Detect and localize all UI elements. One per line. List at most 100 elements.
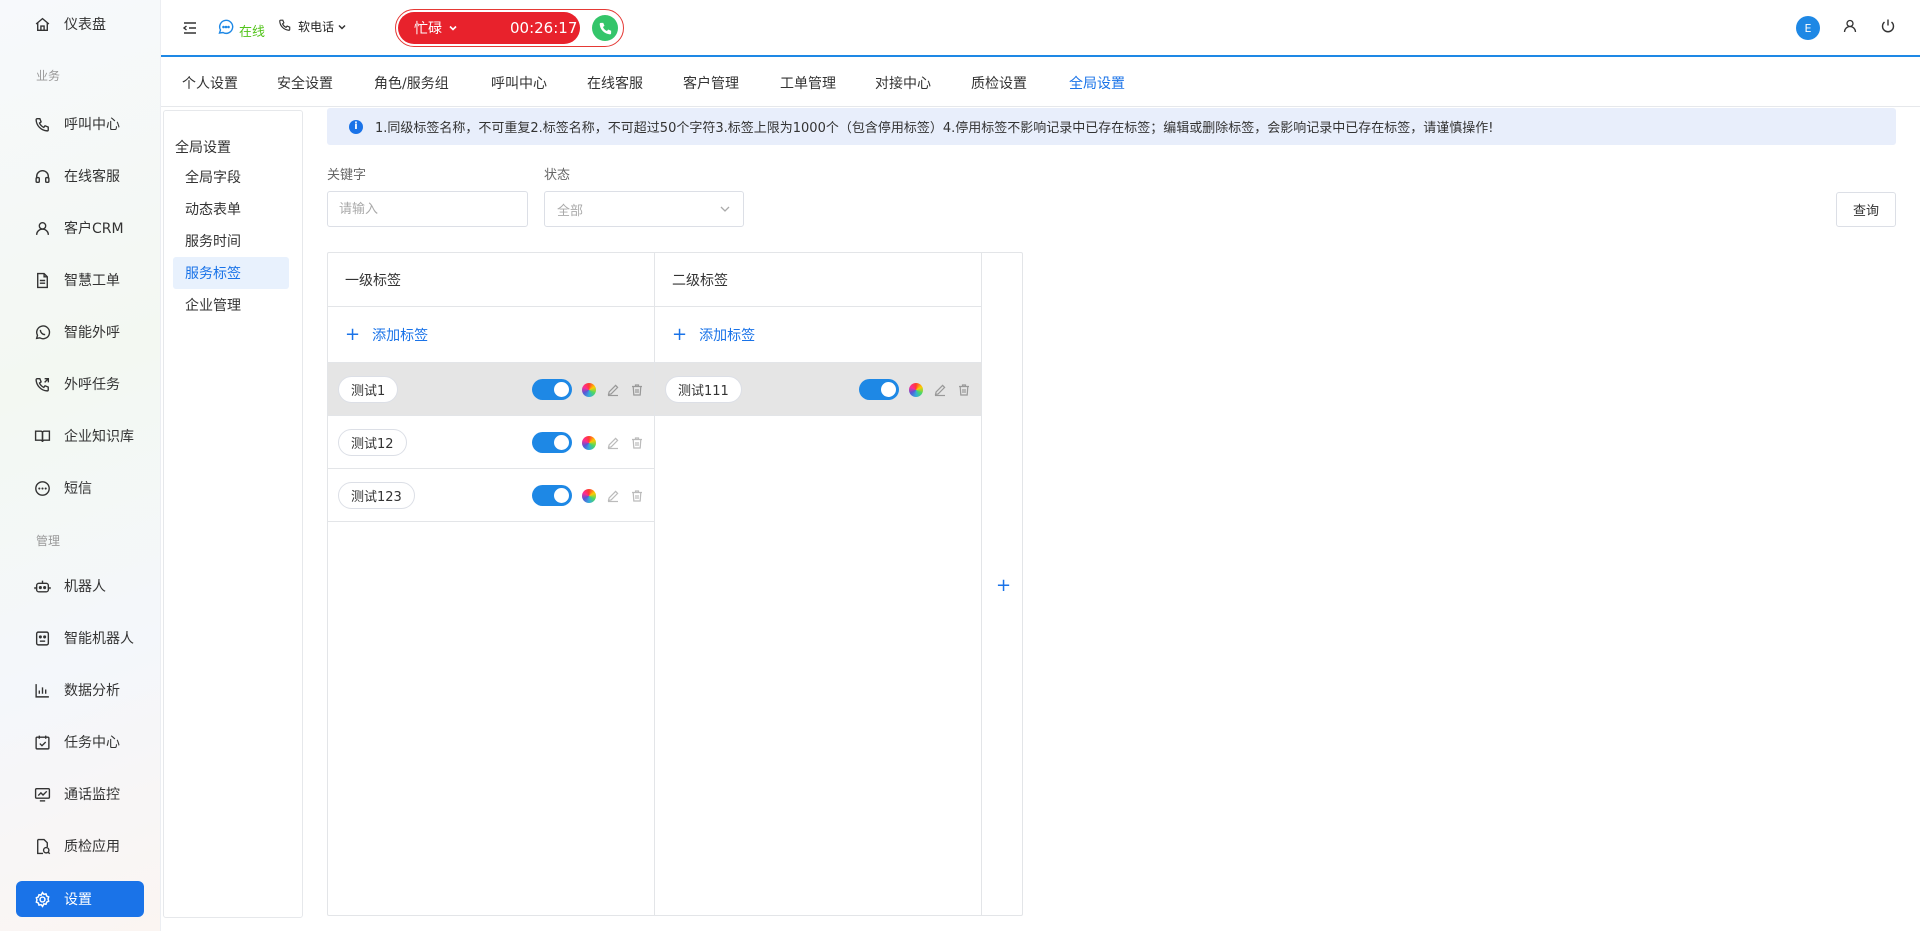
color-picker-icon[interactable] — [582, 382, 596, 397]
sidebar-item-smart-ticket[interactable]: 智慧工单 — [16, 262, 144, 298]
softphone-selector[interactable]: 软电话 — [278, 18, 347, 35]
sidebar-item-label: 数据分析 — [64, 683, 120, 699]
task-check-icon — [34, 734, 51, 751]
sidebar-item-smart-outbound[interactable]: 智能外呼 — [16, 314, 144, 350]
edit-icon[interactable] — [933, 383, 947, 397]
sidebar-item-outbound-task[interactable]: 外呼任务 — [16, 366, 144, 402]
softphone-label: 软电话 — [298, 20, 335, 34]
tag-enable-toggle[interactable] — [859, 379, 899, 400]
power-icon[interactable] — [1880, 18, 1896, 38]
status-select[interactable]: 全部 — [544, 191, 744, 227]
sidebar-item-label: 设置 — [64, 892, 92, 908]
sidebar-item-sms[interactable]: 短信 — [16, 470, 144, 506]
sidebar-item-robot[interactable]: 机器人 — [16, 568, 144, 604]
phone-out-icon — [34, 376, 51, 393]
tab-online-service[interactable]: 在线客服 — [587, 73, 643, 93]
menu-collapse-icon[interactable] — [181, 19, 199, 37]
tag-chip[interactable]: 测试111 — [665, 375, 742, 403]
online-status-label: 在线 — [239, 25, 266, 40]
add-tag-label: 添加标签 — [372, 327, 429, 344]
tag-row[interactable]: 测试111 — [655, 363, 981, 416]
agent-status[interactable]: 在线 — [217, 17, 265, 40]
edit-icon[interactable] — [606, 383, 620, 397]
answer-call-button[interactable] — [592, 15, 618, 41]
sidebar-item-call-monitor[interactable]: 通话监控 — [16, 776, 144, 812]
subnav-item-service-hours[interactable]: 服务时间 — [173, 225, 289, 257]
tab-ticket-management[interactable]: 工单管理 — [780, 73, 836, 93]
sidebar-item-label: 智慧工单 — [64, 273, 120, 289]
edit-icon[interactable] — [606, 489, 620, 503]
subnav-item-enterprise-management[interactable]: 企业管理 — [173, 289, 289, 321]
settings-tabs: 个人设置 安全设置 角色/服务组 呼叫中心 在线客服 客户管理 工单管理 对接中… — [161, 57, 1920, 107]
query-button[interactable]: 查询 — [1836, 192, 1896, 227]
call-timer: 00:26:17 — [510, 19, 578, 37]
sidebar-item-label: 智能机器人 — [64, 631, 134, 647]
sidebar-section-management: 管理 — [36, 534, 61, 548]
tag-row[interactable]: 测试1 — [328, 363, 654, 416]
edit-icon[interactable] — [606, 436, 620, 450]
top-bar: 在线 软电话 忙碌 00:26:17 E — [161, 0, 1920, 57]
tag-chip[interactable]: 测试123 — [338, 481, 415, 509]
busy-status-label: 忙碌 — [414, 21, 442, 37]
monitor-chart-icon — [34, 786, 51, 803]
color-picker-icon[interactable] — [582, 488, 596, 503]
add-tag-level-button[interactable]: + — [996, 575, 1011, 596]
tag-enable-toggle[interactable] — [532, 379, 572, 400]
subnav-item-service-tags[interactable]: 服务标签 — [173, 257, 289, 289]
plus-icon: + — [672, 324, 688, 345]
sidebar-item-smart-robot[interactable]: 智能机器人 — [16, 620, 144, 656]
tag-chip[interactable]: 测试12 — [338, 428, 407, 456]
color-picker-icon[interactable] — [909, 382, 923, 397]
add-level2-tag-button[interactable]: + 添加标签 — [655, 307, 981, 363]
sidebar-item-dashboard[interactable]: 仪表盘 — [16, 6, 144, 42]
tab-roles-service-groups[interactable]: 角色/服务组 — [374, 73, 449, 93]
busy-status-dropdown[interactable]: 忙碌 — [414, 18, 458, 38]
tag-row[interactable]: 测试123 — [328, 469, 654, 522]
tab-personal-settings[interactable]: 个人设置 — [182, 73, 238, 93]
tab-call-center[interactable]: 呼叫中心 — [491, 73, 547, 93]
sidebar-item-crm[interactable]: 客户CRM — [16, 210, 144, 246]
sidebar-item-settings[interactable]: 设置 — [16, 881, 144, 917]
book-icon — [34, 428, 51, 445]
avatar[interactable]: E — [1796, 16, 1820, 40]
sidebar-item-quality-app[interactable]: 质检应用 — [16, 828, 144, 864]
tab-global-settings[interactable]: 全局设置 — [1069, 73, 1125, 93]
tag-chip[interactable]: 测试1 — [338, 375, 399, 403]
delete-icon[interactable] — [957, 383, 971, 397]
user-icon — [34, 220, 51, 237]
tab-customer-management[interactable]: 客户管理 — [683, 73, 739, 93]
subnav-title: 全局设置 — [175, 140, 231, 156]
sidebar-item-data-analysis[interactable]: 数据分析 — [16, 672, 144, 708]
info-banner-text: 1.同级标签名称，不可重复2.标签名称，不可超过50个字符3.标签上限为1000… — [375, 121, 1494, 136]
sidebar-item-label: 在线客服 — [64, 169, 120, 185]
chat-status-icon — [217, 18, 235, 40]
sidebar-item-call-center[interactable]: 呼叫中心 — [16, 106, 144, 142]
sidebar-item-label: 仪表盘 — [64, 17, 106, 33]
call-status-bar[interactable]: 忙碌 00:26:17 — [398, 12, 580, 44]
sidebar-item-label: 通话监控 — [64, 787, 120, 803]
tag-row[interactable]: 测试12 — [328, 416, 654, 469]
sidebar-item-task-center[interactable]: 任务中心 — [16, 724, 144, 760]
subnav-item-global-fields[interactable]: 全局字段 — [173, 161, 289, 193]
subnav-item-dynamic-forms[interactable]: 动态表单 — [173, 193, 289, 225]
user-profile-icon[interactable] — [1842, 18, 1858, 38]
delete-icon[interactable] — [630, 383, 644, 397]
add-level1-tag-button[interactable]: + 添加标签 — [328, 307, 654, 363]
delete-icon[interactable] — [630, 436, 644, 450]
color-picker-icon[interactable] — [582, 435, 596, 450]
tag-enable-toggle[interactable] — [532, 485, 572, 506]
smart-robot-icon — [34, 630, 51, 647]
keyword-label: 关键字 — [327, 168, 367, 183]
keyword-input[interactable] — [327, 191, 528, 227]
tab-integration-center[interactable]: 对接中心 — [875, 73, 931, 93]
quality-check-icon — [34, 838, 51, 855]
status-select-value: 全部 — [557, 203, 584, 219]
sidebar-item-label: 机器人 — [64, 579, 106, 595]
sidebar-item-knowledge-base[interactable]: 企业知识库 — [16, 418, 144, 454]
tag-row-actions — [532, 432, 644, 453]
sidebar-item-online-service[interactable]: 在线客服 — [16, 158, 144, 194]
tab-security-settings[interactable]: 安全设置 — [277, 73, 333, 93]
tab-quality-settings[interactable]: 质检设置 — [971, 73, 1027, 93]
tag-enable-toggle[interactable] — [532, 432, 572, 453]
delete-icon[interactable] — [630, 489, 644, 503]
